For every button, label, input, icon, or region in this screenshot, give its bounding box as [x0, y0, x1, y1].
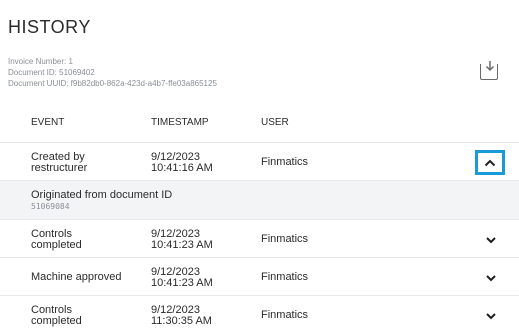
- event-line-2: restructurer: [31, 162, 88, 174]
- event-cell: Controls completed: [31, 305, 136, 327]
- user-cell: Finmatics: [261, 271, 309, 283]
- timestamp-time: 10:41:23 AM: [151, 277, 213, 289]
- timestamp-cell: 9/12/2023 10:41:16 AM: [151, 152, 251, 174]
- user-cell: Finmatics: [261, 156, 309, 168]
- timestamp-time: 10:41:23 AM: [151, 239, 213, 251]
- table-row[interactable]: Controls completed 9/12/2023 11:30:35 AM…: [0, 295, 519, 331]
- detail-value: 51069084: [31, 202, 70, 211]
- row-detail-panel: Originated from document ID 51069084: [0, 180, 519, 219]
- event-line-2: completed: [31, 239, 82, 251]
- header-timestamp: TIMESTAMP: [151, 117, 209, 128]
- event-line-2: completed: [31, 315, 82, 327]
- collapse-button[interactable]: [475, 150, 505, 175]
- document-meta: Invoice Number: 1 Document ID: 51069402 …: [8, 56, 217, 89]
- header-user: USER: [261, 117, 289, 128]
- page-title: HISTORY: [8, 17, 91, 37]
- user-cell: Finmatics: [261, 233, 309, 245]
- download-icon: [485, 61, 495, 72]
- chevron-down-icon[interactable]: [484, 309, 498, 323]
- timestamp-cell: 9/12/2023 10:41:23 AM: [151, 267, 251, 289]
- chevron-down-icon[interactable]: [484, 271, 498, 285]
- table-row[interactable]: Machine approved 9/12/2023 10:41:23 AM F…: [0, 257, 519, 295]
- chevron-down-icon[interactable]: [484, 233, 498, 247]
- table-header: EVENT TIMESTAMP USER: [0, 117, 519, 135]
- detail-label: Originated from document ID: [31, 189, 173, 201]
- timestamp-cell: 9/12/2023 11:30:35 AM: [151, 305, 251, 327]
- timestamp-cell: 9/12/2023 10:41:23 AM: [151, 229, 251, 251]
- document-id: Document ID: 51069402: [8, 68, 95, 77]
- event-cell: Controls completed: [31, 229, 136, 251]
- timestamp-time: 11:30:35 AM: [151, 315, 212, 327]
- document-uuid: Document UUID: f9b82db0-862a-423d-a4b7-f…: [8, 79, 217, 88]
- table-row[interactable]: Created by restructurer 9/12/2023 10:41:…: [0, 142, 519, 180]
- chevron-up-icon: [484, 159, 496, 166]
- header-event: EVENT: [31, 117, 65, 128]
- timestamp-time: 10:41:16 AM: [151, 162, 213, 174]
- download-button[interactable]: [480, 61, 498, 80]
- event-cell: Machine approved: [31, 272, 136, 283]
- user-cell: Finmatics: [261, 309, 309, 321]
- event-line-1: Machine approved: [31, 271, 122, 283]
- invoice-number: Invoice Number: 1: [8, 57, 73, 66]
- table-row[interactable]: Controls completed 9/12/2023 10:41:23 AM…: [0, 219, 519, 257]
- event-cell: Created by restructurer: [31, 152, 136, 174]
